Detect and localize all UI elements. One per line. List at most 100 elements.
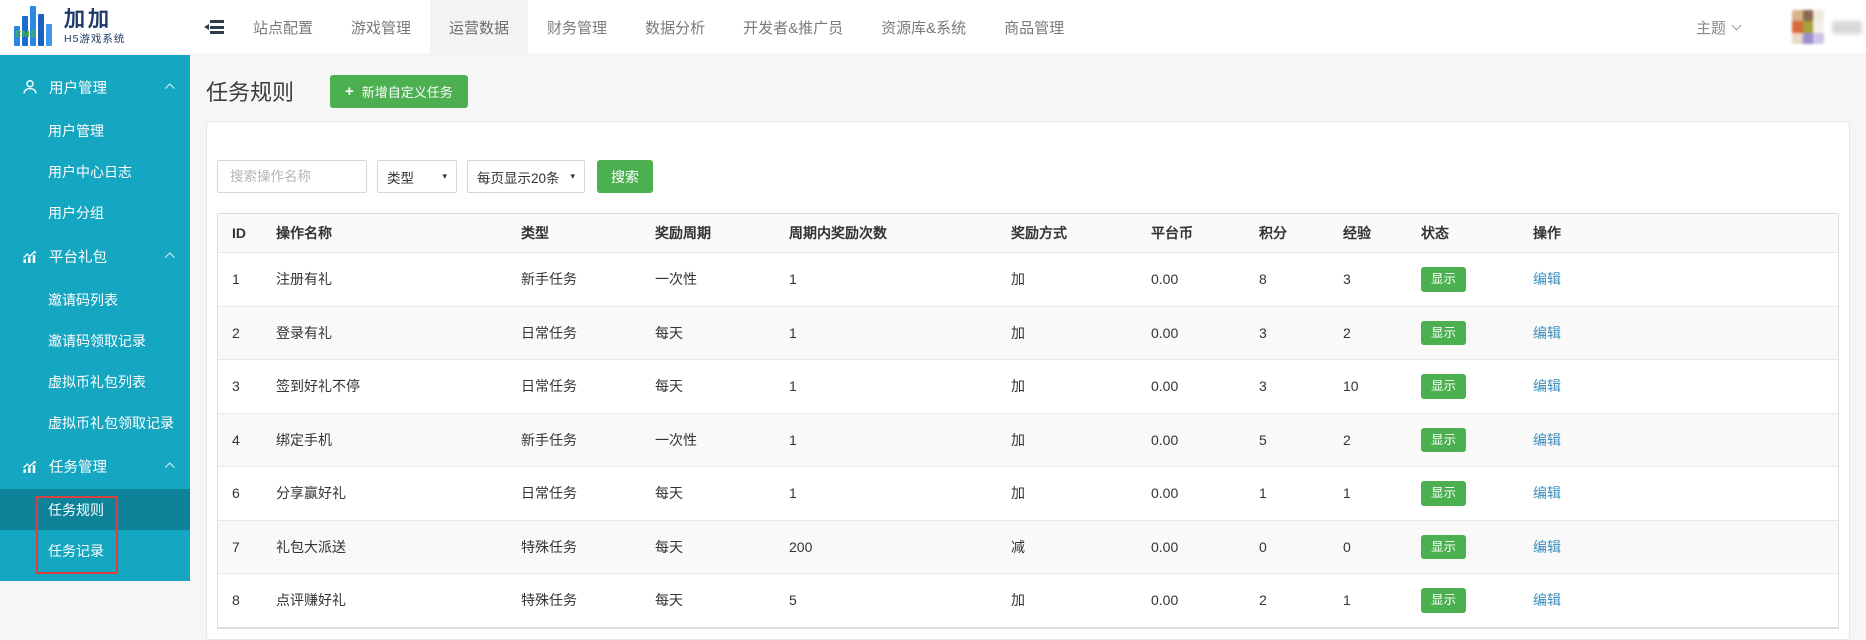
sidebar-section[interactable]: 任务管理	[0, 443, 190, 489]
cell-coin: 0.00	[1137, 573, 1245, 628]
status-badge[interactable]: 显示	[1421, 481, 1467, 506]
table-header-row: ID 操作名称 类型 奖励周期 周期内奖励次数 奖励方式 平台币 积分 经验 状态 操作	[218, 214, 1838, 253]
sidebar-item[interactable]: 邀请码领取记录	[0, 320, 190, 361]
cell-exp: 1	[1329, 466, 1407, 521]
select-arrow-icon: ▾	[570, 171, 575, 181]
edit-link[interactable]: 编辑	[1533, 592, 1561, 608]
column-header: 操作名称	[262, 214, 507, 253]
column-header: 操作	[1519, 214, 1838, 253]
column-header: 平台币	[1137, 214, 1245, 253]
sidebar-section[interactable]: 平台礼包	[0, 233, 190, 279]
edit-link[interactable]: 编辑	[1533, 485, 1561, 501]
cell-type: 新手任务	[507, 252, 641, 307]
cell-type: 特殊任务	[507, 573, 641, 628]
table-row: 6 分享赢好礼 日常任务 每天 1 加 0.00 1 1 显示 编辑	[218, 466, 1838, 521]
user-icon	[22, 79, 39, 96]
sidebar-item[interactable]: 任务规则	[0, 489, 190, 530]
status-badge[interactable]: 显示	[1421, 320, 1467, 345]
cell-period: 每天	[641, 306, 775, 360]
cell-period: 每天	[641, 520, 775, 574]
select-arrow-icon: ▾	[442, 171, 447, 181]
cell-times: 1	[775, 252, 997, 307]
sidebar-item[interactable]: 虚拟币礼包列表	[0, 361, 190, 402]
cell-points: 5	[1245, 413, 1329, 467]
nav-item[interactable]: 运营数据	[430, 0, 529, 54]
chart-icon	[22, 458, 39, 475]
brand-title: 加加	[64, 8, 112, 32]
sidebar-item[interactable]: 用户管理	[0, 110, 190, 151]
nav-item[interactable]: 游戏管理	[332, 0, 430, 54]
search-button[interactable]: 搜索	[597, 160, 653, 193]
edit-link[interactable]: 编辑	[1533, 325, 1561, 341]
main-content: 任务规则 + 新增自定义任务 类型▾ 每页显示20条▾ 搜索 ID操作名称类型奖…	[190, 55, 1866, 640]
chevron-down-icon	[1731, 20, 1742, 30]
sidebar-item[interactable]: 用户中心日志	[0, 151, 190, 192]
column-header: 积分	[1245, 214, 1329, 253]
column-header: 奖励周期	[641, 214, 775, 253]
cell-points: 2	[1245, 573, 1329, 628]
cell-method: 加	[997, 359, 1137, 414]
cell-points: 3	[1245, 359, 1329, 414]
cell-times: 1	[775, 306, 997, 360]
cell-exp: 1	[1329, 573, 1407, 628]
status-badge[interactable]: 显示	[1421, 374, 1467, 399]
table-row: 4 绑定手机 新手任务 一次性 1 加 0.00 5 2 显示 编辑	[218, 413, 1838, 467]
cell-exp: 0	[1329, 520, 1407, 574]
avatar[interactable]	[1792, 10, 1824, 44]
content-card: 类型▾ 每页显示20条▾ 搜索 ID操作名称类型奖励周期周期内奖励次数奖励方式平…	[206, 121, 1850, 640]
page-size-select[interactable]: 每页显示20条 ▾	[467, 160, 585, 193]
chevron-up-icon	[164, 251, 175, 262]
column-header: 周期内奖励次数	[775, 214, 997, 253]
nav-item[interactable]: 财务管理	[528, 0, 626, 54]
cell-times: 200	[775, 520, 997, 574]
sidebar-item[interactable]: 虚拟币礼包领取记录	[0, 402, 190, 443]
status-badge[interactable]: 显示	[1421, 534, 1467, 559]
nav-item[interactable]: 商品管理	[985, 0, 1083, 54]
cell-id: 6	[218, 466, 262, 521]
cell-id: 3	[218, 359, 262, 414]
edit-link[interactable]: 编辑	[1533, 271, 1561, 287]
cell-name: 分享赢好礼	[262, 466, 507, 521]
status-badge[interactable]: 显示	[1421, 427, 1467, 452]
theme-dropdown[interactable]: 主题	[1695, 17, 1742, 38]
column-header: 类型	[507, 214, 641, 253]
cell-id: 2	[218, 306, 262, 360]
chevron-up-icon	[164, 82, 175, 93]
sidebar-toggle-icon[interactable]	[204, 20, 224, 35]
add-custom-task-button[interactable]: + 新增自定义任务	[330, 74, 468, 108]
cell-name: 签到好礼不停	[262, 359, 507, 414]
table-row: 2 登录有礼 日常任务 每天 1 加 0.00 3 2 显示 编辑	[218, 306, 1838, 360]
cell-exp: 2	[1329, 306, 1407, 360]
cell-type: 新手任务	[507, 413, 641, 467]
nav-item[interactable]: 开发者&推广员	[724, 0, 862, 54]
table-row: 7 礼包大派送 特殊任务 每天 200 减 0.00 0 0 显示 编辑	[218, 520, 1838, 574]
column-header: 经验	[1329, 214, 1407, 253]
edit-link[interactable]: 编辑	[1533, 378, 1561, 394]
sidebar-item[interactable]: 任务记录	[0, 530, 190, 571]
column-header: ID	[218, 214, 262, 253]
task-table: ID 操作名称 类型 奖励周期 周期内奖励次数 奖励方式 平台币 积分 经验 状态 操作 1 注册有礼…	[217, 213, 1839, 629]
status-badge[interactable]: 显示	[1421, 267, 1467, 292]
theme-label: 主题	[1695, 19, 1726, 37]
nav-item[interactable]: 资源库&系统	[862, 0, 985, 54]
cell-coin: 0.00	[1137, 252, 1245, 307]
type-select[interactable]: 类型 ▾	[377, 160, 457, 193]
status-badge[interactable]: 显示	[1421, 588, 1467, 613]
nav-item[interactable]: 数据分析	[626, 0, 724, 54]
brand-logo-icon: CMS	[14, 6, 56, 48]
cell-name: 礼包大派送	[262, 520, 507, 574]
brand-logo-badge: CMS	[15, 29, 37, 39]
sidebar-item[interactable]: 用户分组	[0, 192, 190, 233]
cell-method: 加	[997, 306, 1137, 360]
cell-type: 特殊任务	[507, 520, 641, 574]
nav-item[interactable]: 站点配置	[234, 0, 332, 54]
top-header: CMS 加加 H5游戏系统 站点配置 游戏管理 运营数据 财务管理 数据分析 开发者&推广…	[0, 0, 1866, 55]
edit-link[interactable]: 编辑	[1533, 539, 1561, 555]
search-input[interactable]	[217, 160, 367, 193]
username-blurred	[1832, 20, 1862, 34]
sidebar-item[interactable]: 邀请码列表	[0, 279, 190, 320]
sidebar-section[interactable]: 用户管理	[0, 64, 190, 110]
plus-icon: +	[345, 82, 354, 100]
edit-link[interactable]: 编辑	[1533, 432, 1561, 448]
table-row: 8 点评赚好礼 特殊任务 每天 5 加 0.00 2 1 显示 编辑	[218, 573, 1838, 628]
